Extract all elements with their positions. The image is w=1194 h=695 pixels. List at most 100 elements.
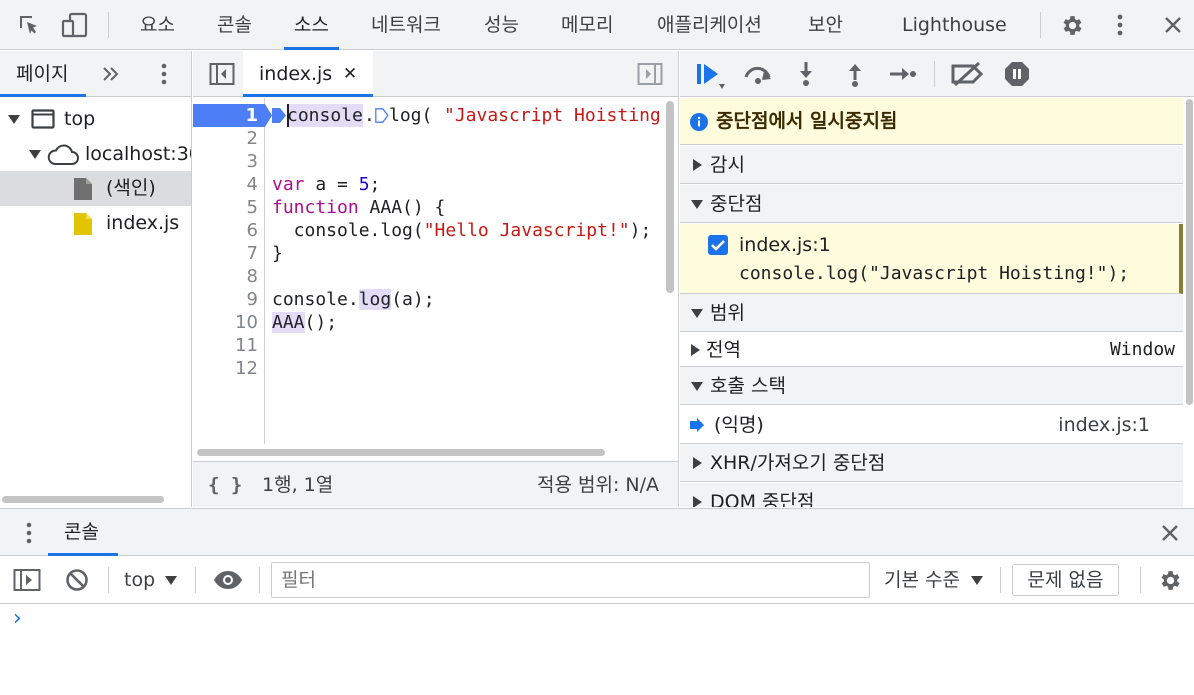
more-tabs-chevron-icon[interactable]: [102, 65, 120, 83]
console-prompt-row[interactable]: ›: [0, 605, 1194, 645]
close-drawer-icon[interactable]: [1160, 523, 1180, 543]
section-call-stack[interactable]: 호출 스택: [680, 367, 1183, 405]
dropdown-arrow-icon[interactable]: [971, 576, 983, 585]
toggle-debugger-icon[interactable]: [637, 62, 663, 86]
collapse-arrow-icon[interactable]: [691, 344, 700, 356]
editor-status-bar: { } 1행, 1열 적용 범위: N/A: [193, 461, 678, 507]
vertical-scrollbar[interactable]: [1186, 99, 1193, 405]
resume-icon[interactable]: [695, 62, 729, 90]
tab-page[interactable]: 페이지: [16, 51, 68, 97]
tree-item-top[interactable]: top: [0, 102, 191, 137]
line-number[interactable]: 6: [198, 219, 258, 242]
inline-breakpoint-icon[interactable]: [272, 108, 286, 123]
more-options-icon[interactable]: [1116, 13, 1124, 37]
section-watch[interactable]: 감시: [680, 146, 1183, 184]
collapse-arrow-icon[interactable]: [693, 457, 702, 469]
deactivate-breakpoints-icon[interactable]: [951, 61, 985, 87]
live-expression-eye-icon[interactable]: [213, 570, 243, 590]
tab-elements[interactable]: 요소: [140, 0, 175, 50]
code-line-7[interactable]: }: [272, 242, 283, 265]
code-line-4[interactable]: var a = 5;: [272, 173, 380, 196]
log-levels-dropdown[interactable]: 기본 수준: [884, 556, 960, 604]
toggle-navigator-icon[interactable]: [209, 62, 235, 86]
section-dom-breakpoints[interactable]: DOM 중단점: [680, 483, 1183, 507]
scope-global[interactable]: 전역 Window: [680, 333, 1183, 367]
tab-console[interactable]: 콘솔: [217, 0, 252, 50]
pretty-print-icon[interactable]: { }: [208, 462, 242, 507]
section-breakpoints[interactable]: 중단점: [680, 185, 1183, 223]
line-number[interactable]: 12: [198, 357, 258, 380]
code-line-9[interactable]: console.log(a);: [272, 288, 435, 311]
code-line-6[interactable]: console.log("Hello Javascript!");: [272, 219, 652, 242]
section-title: 감시: [710, 154, 745, 176]
line-number[interactable]: 9: [198, 288, 258, 311]
line-number[interactable]: 4: [198, 173, 258, 196]
tab-lighthouse[interactable]: Lighthouse: [902, 0, 1007, 50]
step-icon[interactable]: [889, 65, 917, 83]
tab-sources[interactable]: 소스: [284, 0, 339, 50]
tab-security[interactable]: 보안: [808, 0, 843, 50]
tree-item-index-js[interactable]: index.js: [0, 206, 191, 241]
expand-arrow-icon[interactable]: [691, 200, 703, 209]
tab-network[interactable]: 네트워크: [371, 0, 441, 50]
inline-breakpoint-outline-icon[interactable]: [375, 108, 389, 123]
line-number[interactable]: 7: [198, 242, 258, 265]
step-over-icon[interactable]: [742, 63, 774, 85]
breakpoint-item[interactable]: index.js:1 console.log("Javascript Hoist…: [680, 224, 1183, 294]
show-sidebar-icon[interactable]: [13, 568, 41, 592]
expand-arrow-icon[interactable]: [691, 382, 703, 391]
settings-gear-icon[interactable]: [1059, 13, 1084, 38]
tree-item-index-page[interactable]: (색인): [0, 171, 191, 206]
step-out-icon[interactable]: [846, 61, 864, 87]
line-number[interactable]: 1: [198, 104, 258, 127]
line-number-gutter[interactable]: 1 2 3 4 5 6 7 8 9 10 11 12: [193, 98, 272, 444]
vertical-scrollbar[interactable]: [666, 101, 674, 293]
pause-on-exceptions-icon[interactable]: [1004, 61, 1030, 87]
tab-memory[interactable]: 메모리: [561, 0, 613, 50]
code-line-1[interactable]: console . log( "Javascript Hoisting!");: [265, 104, 663, 127]
code-line-10[interactable]: AAA();: [272, 311, 337, 334]
console-settings-gear-icon[interactable]: [1157, 568, 1182, 593]
code-string: "Hello Javascript!": [423, 220, 630, 241]
expand-arrow-icon[interactable]: [691, 309, 703, 318]
section-title: 호출 스택: [710, 375, 786, 397]
line-number[interactable]: 3: [198, 150, 258, 173]
line-number[interactable]: 5: [198, 196, 258, 219]
horizontal-scrollbar[interactable]: [197, 449, 605, 456]
line-number[interactable]: 11: [198, 334, 258, 357]
section-scope[interactable]: 범위: [680, 294, 1183, 332]
clear-console-icon[interactable]: [65, 568, 89, 592]
call-frame-anonymous[interactable]: (익명) index.js:1: [680, 406, 1183, 444]
breakpoint-location: index.js:1: [739, 234, 831, 256]
close-devtools-icon[interactable]: [1163, 15, 1183, 35]
section-xhr-breakpoints[interactable]: XHR/가져오기 중단점: [680, 444, 1183, 482]
navigator-pane: 페이지 top localhost:3000 (색인) index.js: [0, 51, 192, 507]
issues-button[interactable]: 문제 없음: [1012, 564, 1119, 596]
line-number[interactable]: 8: [198, 265, 258, 288]
line-number[interactable]: 2: [198, 127, 258, 150]
inspect-element-icon[interactable]: [17, 13, 41, 37]
tab-application[interactable]: 애플리케이션: [657, 0, 762, 50]
tree-item-localhost[interactable]: localhost:3000: [0, 137, 191, 172]
collapse-arrow-icon[interactable]: [693, 496, 702, 507]
line-number[interactable]: 10: [198, 311, 258, 334]
section-title: XHR/가져오기 중단점: [710, 452, 886, 474]
drawer-menu-icon[interactable]: [25, 521, 33, 545]
horizontal-scrollbar[interactable]: [2, 496, 164, 503]
close-tab-icon[interactable]: ✕: [343, 51, 357, 97]
debugger-toolbar: [680, 51, 1194, 97]
call-frame-location[interactable]: index.js:1: [1058, 406, 1150, 444]
dropdown-arrow-icon[interactable]: [165, 576, 177, 585]
collapse-arrow-icon[interactable]: [693, 159, 702, 171]
tab-performance[interactable]: 성능: [484, 0, 519, 50]
expand-arrow-icon[interactable]: [29, 150, 41, 159]
device-toolbar-icon[interactable]: [61, 11, 89, 39]
console-filter-input[interactable]: [271, 562, 870, 598]
step-into-icon[interactable]: [797, 61, 815, 87]
code-line-5[interactable]: function AAA() {: [272, 196, 445, 219]
navigator-menu-icon[interactable]: [160, 62, 168, 86]
expand-arrow-icon[interactable]: [8, 115, 20, 124]
context-selector[interactable]: top: [124, 556, 155, 604]
code-token: console: [287, 104, 363, 127]
breakpoint-checkbox[interactable]: [708, 235, 728, 255]
